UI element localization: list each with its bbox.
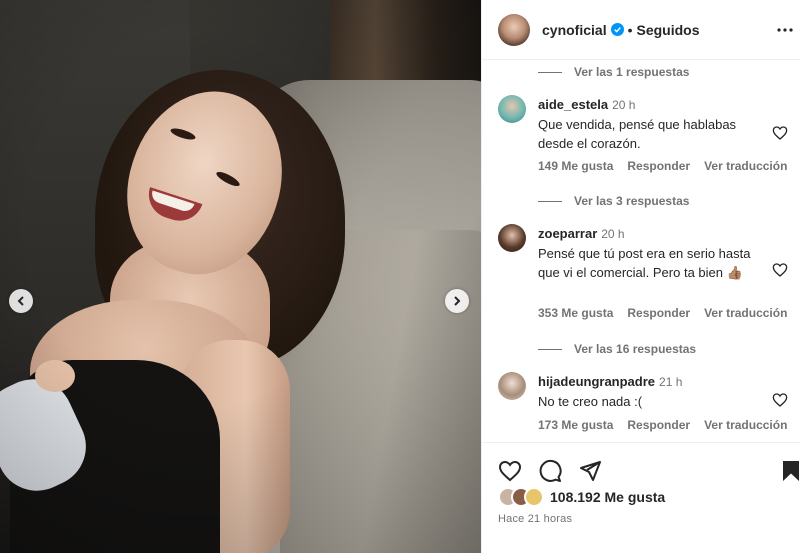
heart-icon[interactable] <box>498 459 522 483</box>
comment-meta: 149 Me gusta Responder Ver traducción <box>538 159 800 173</box>
likes-count[interactable]: 108.192 Me gusta <box>550 489 665 505</box>
comment-text: Pensé que tú post era en serio hasta que… <box>538 246 751 280</box>
replies-divider <box>538 348 562 350</box>
commenter-avatar[interactable] <box>498 95 526 123</box>
comment-meta: 353 Me gusta Responder Ver traducción <box>538 306 800 320</box>
comment-icon[interactable] <box>538 459 562 483</box>
chevron-right-icon <box>454 296 461 306</box>
heart-icon[interactable] <box>772 392 788 408</box>
likes-summary[interactable]: 108.192 Me gusta <box>498 487 665 507</box>
view-replies-label: Ver las 1 respuestas <box>574 65 690 79</box>
previous-photo-button[interactable] <box>9 289 33 313</box>
reply-button[interactable]: Responder <box>627 159 690 173</box>
view-replies-button[interactable]: Ver las 3 respuestas <box>538 194 689 208</box>
verified-badge-icon <box>610 23 624 36</box>
liker-avatar <box>524 487 544 507</box>
following-button[interactable]: Seguidos <box>637 22 700 38</box>
header-separator: • <box>627 21 633 38</box>
author-username[interactable]: cynoficial <box>542 22 607 38</box>
translate-button[interactable]: Ver traducción <box>704 159 787 173</box>
chevron-left-icon <box>17 296 24 306</box>
next-photo-button[interactable] <box>445 289 469 313</box>
translate-button[interactable]: Ver traducción <box>704 418 787 432</box>
share-icon[interactable] <box>578 459 602 483</box>
view-replies-label: Ver las 3 respuestas <box>574 194 690 208</box>
comment-likes[interactable]: 353 Me gusta <box>538 306 613 320</box>
bookmark-icon[interactable] <box>779 459 800 483</box>
more-options-icon[interactable] <box>775 22 795 38</box>
comment-username[interactable]: aide_estela <box>538 97 608 112</box>
replies-divider <box>538 200 562 202</box>
post-header: cynoficial • Seguidos <box>482 0 800 60</box>
replies-divider <box>538 71 562 73</box>
post-photo <box>0 0 481 553</box>
heart-icon[interactable] <box>772 125 788 141</box>
comment-text: Que vendida, pensé que hablabas desde el… <box>538 117 737 151</box>
view-replies-button[interactable]: Ver las 16 respuestas <box>538 342 696 356</box>
reply-button[interactable]: Responder <box>627 418 690 432</box>
comment-likes[interactable]: 149 Me gusta <box>538 159 613 173</box>
comment-likes[interactable]: 173 Me gusta <box>538 418 613 432</box>
comment-time[interactable]: 20 h <box>612 98 635 112</box>
comment-username[interactable]: zoeparrar <box>538 226 597 241</box>
comment-text: No te creo nada :( <box>538 394 643 409</box>
reply-button[interactable]: Responder <box>627 306 690 320</box>
author-avatar[interactable] <box>498 13 530 46</box>
heart-icon[interactable] <box>772 262 788 278</box>
translate-button[interactable]: Ver traducción <box>704 306 787 320</box>
comment-time[interactable]: 20 h <box>601 227 624 241</box>
commenter-avatar[interactable] <box>498 372 526 400</box>
view-replies-label: Ver las 16 respuestas <box>574 342 697 356</box>
comment-username[interactable]: hijadeungranpadre <box>538 374 655 389</box>
commenter-avatar[interactable] <box>498 224 526 252</box>
view-replies-button[interactable]: Ver las 1 respuestas <box>538 65 689 79</box>
post-timestamp[interactable]: Hace 21 horas <box>498 513 572 525</box>
post-details-panel: cynoficial • Seguidos Ver las 1 respuest… <box>481 0 800 553</box>
comment-time[interactable]: 21 h <box>659 375 682 389</box>
comments-list: Ver las 1 respuestas aide_estela 20 h Que… <box>482 60 800 442</box>
comment-meta: 173 Me gusta Responder Ver traducción <box>538 418 800 432</box>
